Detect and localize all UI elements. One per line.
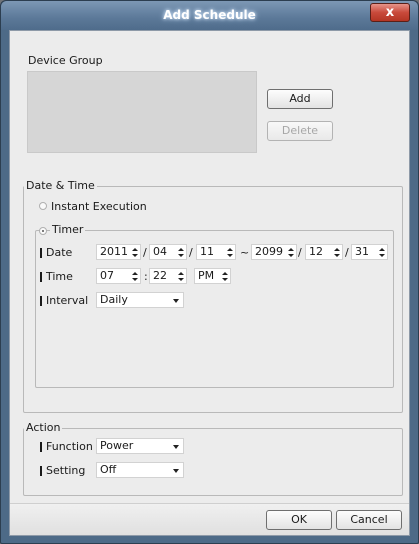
date-label: Date bbox=[46, 246, 73, 259]
date-time-label: Date & Time bbox=[24, 179, 97, 192]
close-icon: x bbox=[385, 5, 395, 20]
spin-arrows-icon[interactable] bbox=[379, 248, 385, 257]
date-separator: / bbox=[189, 246, 193, 259]
minute-spinner[interactable]: 22 bbox=[149, 268, 187, 284]
spin-arrows-icon[interactable] bbox=[334, 248, 340, 257]
spin-arrows-icon[interactable] bbox=[178, 248, 184, 257]
setting-dropdown[interactable]: Off bbox=[96, 462, 184, 478]
spin-arrows-icon[interactable] bbox=[222, 272, 228, 281]
start-day-value: 11 bbox=[200, 245, 214, 258]
date-separator: / bbox=[143, 246, 147, 259]
chevron-down-icon[interactable] bbox=[173, 445, 179, 449]
start-month-value: 04 bbox=[153, 245, 167, 258]
time-row-marker bbox=[40, 272, 42, 282]
device-group-label: Device Group bbox=[26, 54, 105, 67]
device-group-list[interactable] bbox=[27, 71, 257, 153]
delete-button[interactable]: Delete bbox=[267, 121, 333, 141]
chevron-down-icon[interactable] bbox=[173, 299, 179, 303]
function-row-marker bbox=[40, 442, 42, 452]
button-bar: OK Cancel bbox=[10, 503, 409, 535]
title-bar[interactable]: Add Schedule x bbox=[1, 1, 418, 30]
end-day-spinner[interactable]: 31 bbox=[351, 244, 388, 260]
start-year-spinner[interactable]: 2011 bbox=[96, 244, 141, 260]
end-year-value: 2099 bbox=[255, 245, 283, 258]
instant-execution-radio[interactable] bbox=[39, 202, 47, 210]
add-button[interactable]: Add bbox=[267, 89, 333, 109]
time-label: Time bbox=[46, 270, 73, 283]
action-group bbox=[23, 428, 403, 496]
start-day-spinner[interactable]: 11 bbox=[196, 244, 236, 260]
spin-arrows-icon[interactable] bbox=[132, 248, 138, 257]
time-separator: : bbox=[144, 270, 148, 283]
cancel-button[interactable]: Cancel bbox=[336, 510, 402, 530]
timer-label: Timer bbox=[50, 223, 86, 236]
spin-arrows-icon[interactable] bbox=[227, 248, 233, 257]
instant-execution-label: Instant Execution bbox=[51, 200, 147, 213]
interval-value: Daily bbox=[100, 293, 128, 306]
timer-radio[interactable] bbox=[39, 227, 47, 235]
date-separator: / bbox=[345, 246, 349, 259]
end-day-value: 31 bbox=[355, 245, 369, 258]
function-label: Function bbox=[46, 440, 93, 453]
date-row-marker bbox=[40, 248, 42, 258]
end-month-value: 12 bbox=[309, 245, 323, 258]
setting-row-marker bbox=[40, 466, 42, 476]
spin-arrows-icon[interactable] bbox=[288, 248, 294, 257]
end-year-spinner[interactable]: 2099 bbox=[251, 244, 297, 260]
ampm-spinner[interactable]: PM bbox=[194, 268, 231, 284]
ampm-value: PM bbox=[198, 269, 215, 282]
hour-value: 07 bbox=[100, 269, 114, 282]
action-label: Action bbox=[24, 421, 63, 434]
interval-row-marker bbox=[40, 296, 42, 306]
date-range-separator: ~ bbox=[240, 246, 250, 259]
minute-value: 22 bbox=[153, 269, 167, 282]
chevron-down-icon[interactable] bbox=[173, 469, 179, 473]
dialog-body: Device Group Add Delete Date & Time Inst… bbox=[9, 30, 410, 536]
start-month-spinner[interactable]: 04 bbox=[149, 244, 187, 260]
function-dropdown[interactable]: Power bbox=[96, 438, 184, 454]
setting-label: Setting bbox=[46, 464, 86, 477]
close-button[interactable]: x bbox=[370, 3, 410, 22]
hour-spinner[interactable]: 07 bbox=[96, 268, 141, 284]
end-month-spinner[interactable]: 12 bbox=[305, 244, 343, 260]
dialog-title: Add Schedule bbox=[163, 8, 256, 22]
interval-dropdown[interactable]: Daily bbox=[96, 292, 184, 308]
start-year-value: 2011 bbox=[100, 245, 128, 258]
spin-arrows-icon[interactable] bbox=[178, 272, 184, 281]
ok-button[interactable]: OK bbox=[266, 510, 332, 530]
add-schedule-dialog: Add Schedule x Device Group Add Delete D… bbox=[0, 0, 419, 544]
setting-value: Off bbox=[100, 463, 117, 476]
date-separator: / bbox=[298, 246, 302, 259]
interval-label: Interval bbox=[46, 294, 89, 307]
spin-arrows-icon[interactable] bbox=[132, 272, 138, 281]
function-value: Power bbox=[100, 439, 134, 452]
